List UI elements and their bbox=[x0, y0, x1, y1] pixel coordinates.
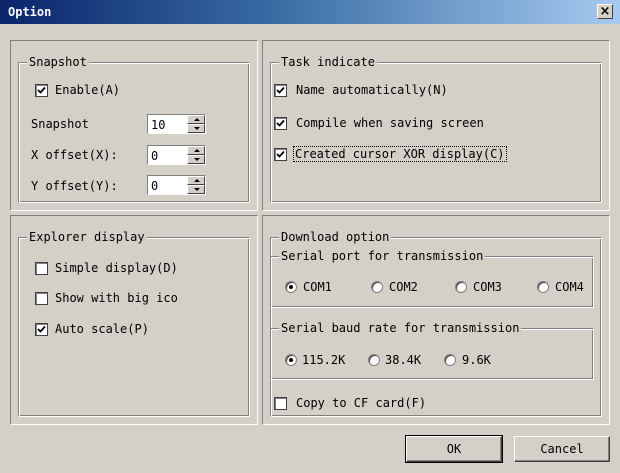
enable-label: Enable(A) bbox=[55, 83, 121, 97]
copy-cf-card-checkbox[interactable] bbox=[274, 397, 287, 410]
baud-rate-legend: Serial baud rate for transmission bbox=[279, 321, 522, 335]
cancel-button[interactable]: Cancel bbox=[514, 436, 610, 462]
close-icon: × bbox=[599, 4, 611, 19]
auto-scale-label: Auto scale(P) bbox=[55, 322, 149, 336]
arrow-up-icon[interactable] bbox=[187, 146, 205, 155]
simple-display-checkbox[interactable] bbox=[35, 262, 48, 275]
snapshot-count-label: Snapshot bbox=[31, 117, 89, 131]
checkmark-icon bbox=[37, 325, 46, 333]
cursor-xor-display-checkbox[interactable] bbox=[274, 148, 287, 161]
show-big-icon-label: Show with big ico bbox=[55, 291, 178, 305]
cursor-xor-display-label: Created cursor XOR display(C) bbox=[293, 146, 507, 162]
simple-display-label: Simple display(D) bbox=[55, 261, 178, 275]
snapshot-legend: Snapshot bbox=[27, 55, 89, 69]
auto-scale-checkbox[interactable] bbox=[35, 323, 48, 336]
snapshot-count-spinner[interactable]: 10 bbox=[147, 114, 206, 134]
radio-com1[interactable] bbox=[285, 281, 297, 293]
y-offset-value: 0 bbox=[151, 179, 159, 193]
arrow-up-icon[interactable] bbox=[187, 115, 205, 124]
title-bar: Option × bbox=[0, 0, 620, 24]
checkmark-icon bbox=[276, 119, 285, 127]
y-offset-spinner[interactable]: 0 bbox=[147, 175, 206, 195]
window-title: Option bbox=[8, 5, 52, 19]
arrow-down-icon[interactable] bbox=[187, 155, 205, 164]
serial-port-legend: Serial port for transmission bbox=[279, 249, 486, 263]
radio-com1-label: COM1 bbox=[303, 280, 332, 294]
y-offset-label: Y offset(Y): bbox=[31, 179, 118, 193]
x-offset-spinner[interactable]: 0 bbox=[147, 145, 206, 165]
radio-com2-label: COM2 bbox=[389, 280, 418, 294]
compile-when-saving-label: Compile when saving screen bbox=[296, 116, 484, 130]
radio-9k-label: 9.6K bbox=[462, 353, 491, 367]
name-automatically-checkbox[interactable] bbox=[274, 84, 287, 97]
copy-cf-card-label: Copy to CF card(F) bbox=[296, 396, 427, 410]
snapshot-count-value: 10 bbox=[151, 118, 166, 132]
checkmark-icon bbox=[276, 86, 285, 94]
radio-com3[interactable] bbox=[455, 281, 467, 293]
show-big-icon-checkbox[interactable] bbox=[35, 292, 48, 305]
radio-com3-label: COM3 bbox=[473, 280, 502, 294]
x-offset-value: 0 bbox=[151, 149, 159, 163]
radio-com4[interactable] bbox=[537, 281, 549, 293]
compile-when-saving-checkbox[interactable] bbox=[274, 117, 287, 130]
name-automatically-label: Name automatically(N) bbox=[296, 83, 448, 97]
checkmark-icon bbox=[276, 150, 285, 158]
ok-button[interactable]: OK bbox=[405, 435, 503, 463]
arrow-up-icon[interactable] bbox=[187, 176, 205, 185]
radio-com4-label: COM4 bbox=[555, 280, 584, 294]
radio-com2[interactable] bbox=[371, 281, 383, 293]
arrow-down-icon[interactable] bbox=[187, 185, 205, 194]
radio-115k[interactable] bbox=[285, 354, 297, 366]
radio-38k-label: 38.4K bbox=[385, 353, 422, 367]
download-option-legend: Download option bbox=[279, 230, 392, 244]
x-offset-label: X offset(X): bbox=[31, 148, 118, 162]
close-button[interactable]: × bbox=[597, 4, 613, 19]
task-indicate-legend: Task indicate bbox=[279, 55, 377, 69]
explorer-display-legend: Explorer display bbox=[27, 230, 147, 244]
arrow-down-icon[interactable] bbox=[187, 124, 205, 133]
checkmark-icon bbox=[37, 86, 46, 94]
radio-38k[interactable] bbox=[368, 354, 380, 366]
radio-115k-label: 115.2K bbox=[302, 353, 346, 367]
radio-9k[interactable] bbox=[444, 354, 456, 366]
enable-checkbox[interactable] bbox=[35, 84, 48, 97]
